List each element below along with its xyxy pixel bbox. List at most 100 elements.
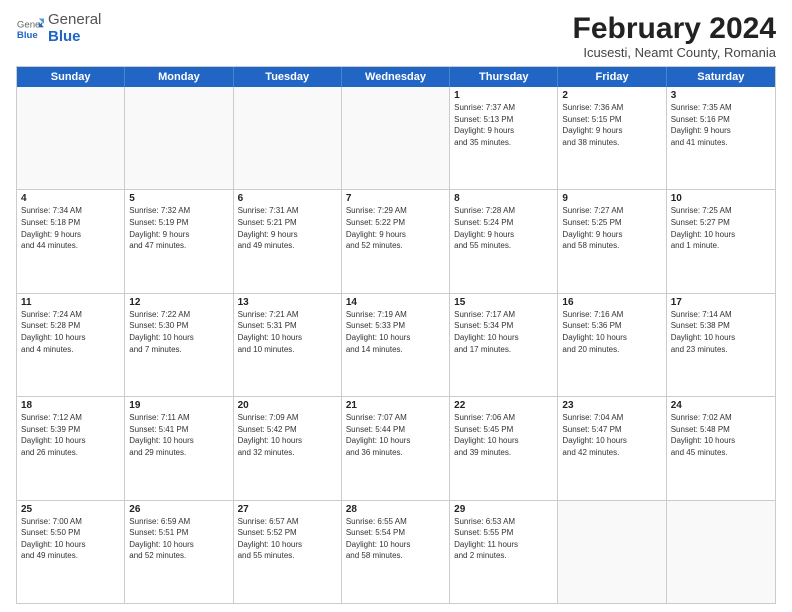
calendar-cell: 23Sunrise: 7:04 AM Sunset: 5:47 PM Dayli…: [558, 397, 666, 499]
day-number: 27: [238, 504, 337, 515]
day-number: 13: [238, 297, 337, 308]
calendar-cell: 14Sunrise: 7:19 AM Sunset: 5:33 PM Dayli…: [342, 294, 450, 396]
calendar-cell: 25Sunrise: 7:00 AM Sunset: 5:50 PM Dayli…: [17, 501, 125, 603]
calendar-cell: 3Sunrise: 7:35 AM Sunset: 5:16 PM Daylig…: [667, 87, 775, 189]
calendar-week: 11Sunrise: 7:24 AM Sunset: 5:28 PM Dayli…: [17, 294, 775, 397]
calendar-header-cell: Tuesday: [234, 67, 342, 87]
calendar-cell: 10Sunrise: 7:25 AM Sunset: 5:27 PM Dayli…: [667, 190, 775, 292]
day-number: 3: [671, 90, 771, 101]
calendar-cell: 22Sunrise: 7:06 AM Sunset: 5:45 PM Dayli…: [450, 397, 558, 499]
logo: General Blue General Blue: [16, 12, 101, 45]
day-number: 21: [346, 400, 445, 411]
day-number: 25: [21, 504, 120, 515]
page: General Blue General Blue February 2024 …: [0, 0, 792, 612]
day-info: Sunrise: 7:07 AM Sunset: 5:44 PM Dayligh…: [346, 412, 445, 458]
calendar-cell: 15Sunrise: 7:17 AM Sunset: 5:34 PM Dayli…: [450, 294, 558, 396]
day-info: Sunrise: 7:32 AM Sunset: 5:19 PM Dayligh…: [129, 205, 228, 251]
day-number: 15: [454, 297, 553, 308]
calendar-cell: 26Sunrise: 6:59 AM Sunset: 5:51 PM Dayli…: [125, 501, 233, 603]
calendar-cell: 16Sunrise: 7:16 AM Sunset: 5:36 PM Dayli…: [558, 294, 666, 396]
day-info: Sunrise: 7:29 AM Sunset: 5:22 PM Dayligh…: [346, 205, 445, 251]
day-info: Sunrise: 7:24 AM Sunset: 5:28 PM Dayligh…: [21, 309, 120, 355]
day-number: 26: [129, 504, 228, 515]
day-number: 24: [671, 400, 771, 411]
day-number: 23: [562, 400, 661, 411]
day-number: 16: [562, 297, 661, 308]
day-info: Sunrise: 7:28 AM Sunset: 5:24 PM Dayligh…: [454, 205, 553, 251]
day-info: Sunrise: 7:34 AM Sunset: 5:18 PM Dayligh…: [21, 205, 120, 251]
subtitle: Icusesti, Neamt County, Romania: [573, 45, 776, 60]
header: General Blue General Blue February 2024 …: [16, 12, 776, 60]
calendar-cell: 9Sunrise: 7:27 AM Sunset: 5:25 PM Daylig…: [558, 190, 666, 292]
day-number: 22: [454, 400, 553, 411]
calendar-week: 4Sunrise: 7:34 AM Sunset: 5:18 PM Daylig…: [17, 190, 775, 293]
day-number: 20: [238, 400, 337, 411]
calendar-cell: 2Sunrise: 7:36 AM Sunset: 5:15 PM Daylig…: [558, 87, 666, 189]
calendar-week: 18Sunrise: 7:12 AM Sunset: 5:39 PM Dayli…: [17, 397, 775, 500]
day-info: Sunrise: 7:36 AM Sunset: 5:15 PM Dayligh…: [562, 102, 661, 148]
day-info: Sunrise: 7:21 AM Sunset: 5:31 PM Dayligh…: [238, 309, 337, 355]
calendar-cell: 28Sunrise: 6:55 AM Sunset: 5:54 PM Dayli…: [342, 501, 450, 603]
day-number: 1: [454, 90, 553, 101]
day-info: Sunrise: 7:09 AM Sunset: 5:42 PM Dayligh…: [238, 412, 337, 458]
svg-text:Blue: Blue: [17, 29, 38, 40]
title-block: February 2024 Icusesti, Neamt County, Ro…: [573, 12, 776, 60]
calendar-cell: 1Sunrise: 7:37 AM Sunset: 5:13 PM Daylig…: [450, 87, 558, 189]
calendar-cell: 13Sunrise: 7:21 AM Sunset: 5:31 PM Dayli…: [234, 294, 342, 396]
day-info: Sunrise: 7:25 AM Sunset: 5:27 PM Dayligh…: [671, 205, 771, 251]
day-info: Sunrise: 7:16 AM Sunset: 5:36 PM Dayligh…: [562, 309, 661, 355]
calendar-header-row: SundayMondayTuesdayWednesdayThursdayFrid…: [17, 67, 775, 87]
logo-icon: General Blue: [16, 15, 44, 43]
day-number: 29: [454, 504, 553, 515]
calendar-week: 1Sunrise: 7:37 AM Sunset: 5:13 PM Daylig…: [17, 87, 775, 190]
day-info: Sunrise: 7:11 AM Sunset: 5:41 PM Dayligh…: [129, 412, 228, 458]
day-info: Sunrise: 7:14 AM Sunset: 5:38 PM Dayligh…: [671, 309, 771, 355]
day-number: 2: [562, 90, 661, 101]
day-info: Sunrise: 7:02 AM Sunset: 5:48 PM Dayligh…: [671, 412, 771, 458]
calendar-cell: [125, 87, 233, 189]
calendar-header-cell: Saturday: [667, 67, 775, 87]
calendar-cell: 6Sunrise: 7:31 AM Sunset: 5:21 PM Daylig…: [234, 190, 342, 292]
logo-text: General Blue: [48, 12, 101, 45]
day-info: Sunrise: 6:53 AM Sunset: 5:55 PM Dayligh…: [454, 516, 553, 562]
day-number: 12: [129, 297, 228, 308]
calendar-cell: 11Sunrise: 7:24 AM Sunset: 5:28 PM Dayli…: [17, 294, 125, 396]
calendar-body: 1Sunrise: 7:37 AM Sunset: 5:13 PM Daylig…: [17, 87, 775, 603]
calendar-week: 25Sunrise: 7:00 AM Sunset: 5:50 PM Dayli…: [17, 501, 775, 603]
day-info: Sunrise: 7:06 AM Sunset: 5:45 PM Dayligh…: [454, 412, 553, 458]
day-number: 7: [346, 193, 445, 204]
main-title: February 2024: [573, 12, 776, 45]
day-number: 14: [346, 297, 445, 308]
day-info: Sunrise: 6:57 AM Sunset: 5:52 PM Dayligh…: [238, 516, 337, 562]
calendar-cell: 27Sunrise: 6:57 AM Sunset: 5:52 PM Dayli…: [234, 501, 342, 603]
calendar-cell: 21Sunrise: 7:07 AM Sunset: 5:44 PM Dayli…: [342, 397, 450, 499]
day-number: 19: [129, 400, 228, 411]
calendar-header-cell: Friday: [558, 67, 666, 87]
logo-blue: Blue: [48, 29, 101, 46]
day-info: Sunrise: 7:27 AM Sunset: 5:25 PM Dayligh…: [562, 205, 661, 251]
calendar-header-cell: Thursday: [450, 67, 558, 87]
day-number: 17: [671, 297, 771, 308]
calendar-cell: [667, 501, 775, 603]
calendar-cell: 17Sunrise: 7:14 AM Sunset: 5:38 PM Dayli…: [667, 294, 775, 396]
day-number: 28: [346, 504, 445, 515]
calendar-cell: 20Sunrise: 7:09 AM Sunset: 5:42 PM Dayli…: [234, 397, 342, 499]
day-info: Sunrise: 7:35 AM Sunset: 5:16 PM Dayligh…: [671, 102, 771, 148]
calendar-cell: [342, 87, 450, 189]
day-number: 6: [238, 193, 337, 204]
calendar-cell: 24Sunrise: 7:02 AM Sunset: 5:48 PM Dayli…: [667, 397, 775, 499]
day-number: 10: [671, 193, 771, 204]
calendar-header-cell: Sunday: [17, 67, 125, 87]
calendar: SundayMondayTuesdayWednesdayThursdayFrid…: [16, 66, 776, 604]
day-number: 18: [21, 400, 120, 411]
logo-general: General: [48, 12, 101, 29]
day-number: 9: [562, 193, 661, 204]
day-number: 5: [129, 193, 228, 204]
day-info: Sunrise: 6:55 AM Sunset: 5:54 PM Dayligh…: [346, 516, 445, 562]
calendar-cell: [17, 87, 125, 189]
day-info: Sunrise: 7:19 AM Sunset: 5:33 PM Dayligh…: [346, 309, 445, 355]
calendar-cell: [558, 501, 666, 603]
calendar-cell: 5Sunrise: 7:32 AM Sunset: 5:19 PM Daylig…: [125, 190, 233, 292]
calendar-cell: 4Sunrise: 7:34 AM Sunset: 5:18 PM Daylig…: [17, 190, 125, 292]
day-info: Sunrise: 7:12 AM Sunset: 5:39 PM Dayligh…: [21, 412, 120, 458]
